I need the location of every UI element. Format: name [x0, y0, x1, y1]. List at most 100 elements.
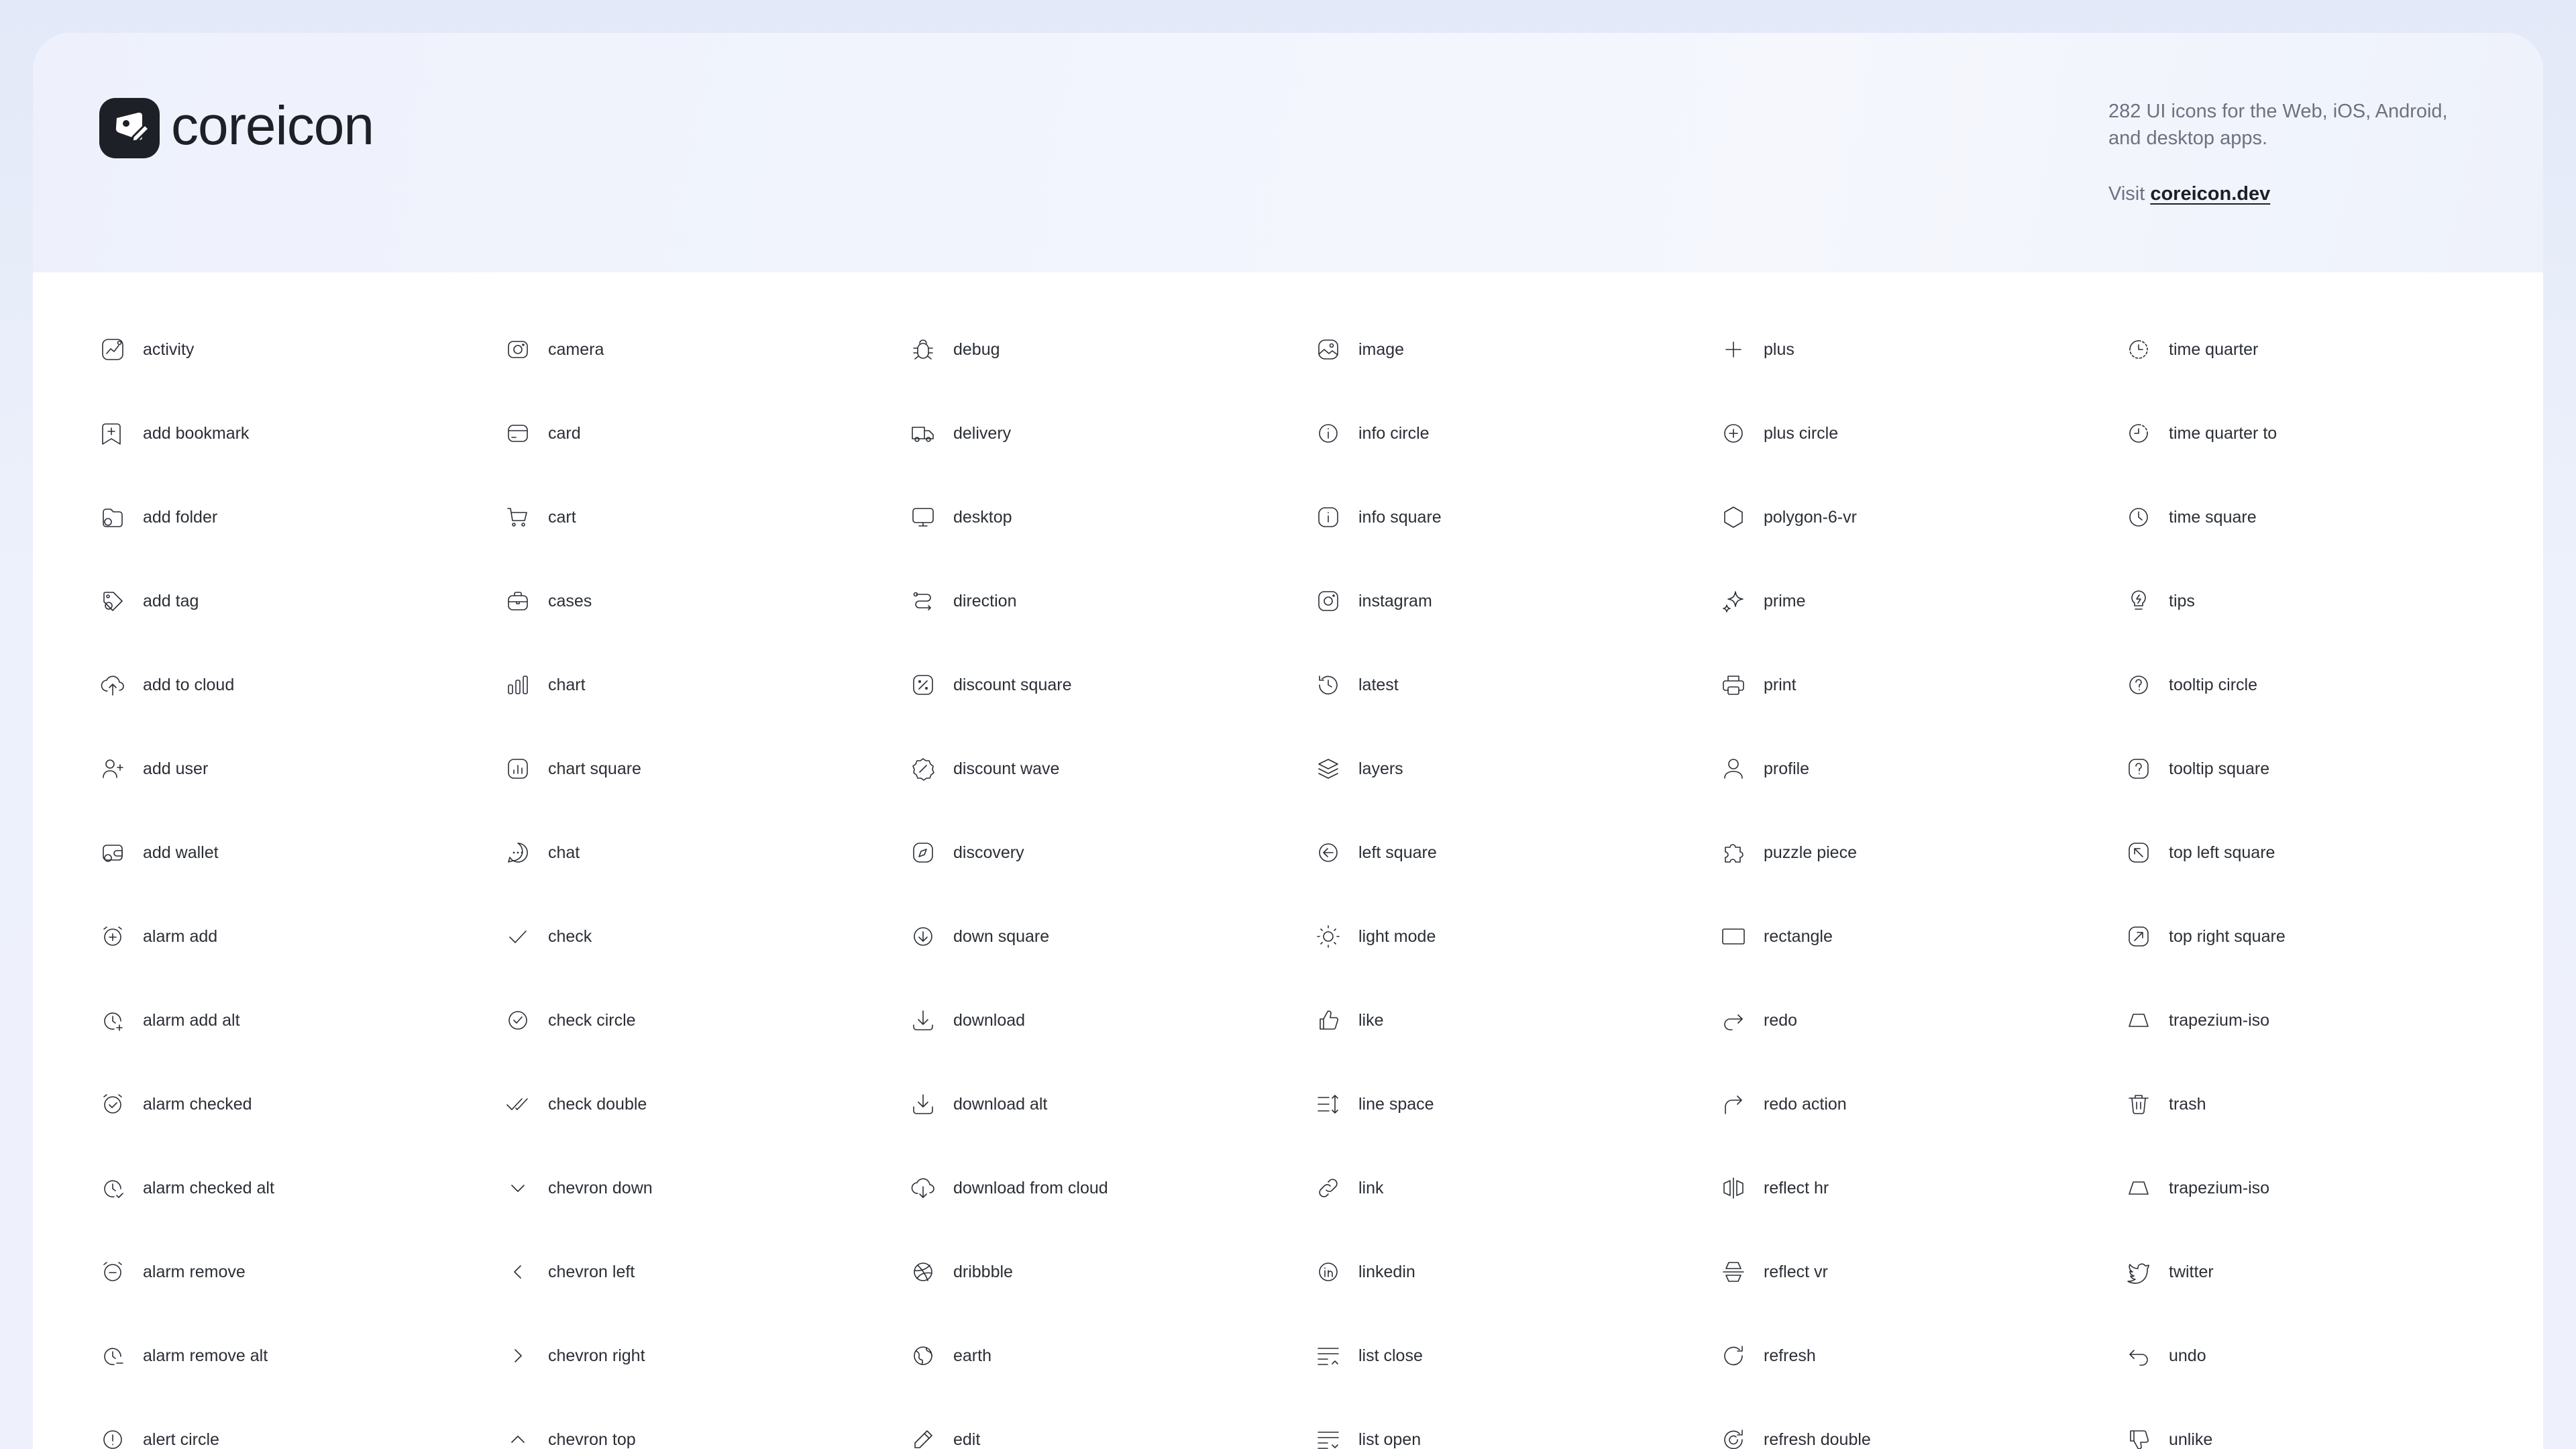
icon-list-item[interactable]: instagram — [1313, 581, 1432, 621]
icon-list-item[interactable]: polygon-6-vr — [1719, 497, 1857, 537]
icon-list-item[interactable]: debug — [908, 329, 1000, 370]
icon-list-item[interactable]: prime — [1719, 581, 1806, 621]
icon-list-item[interactable]: rectangle — [1719, 916, 1833, 957]
icon-list-item[interactable]: add bookmark — [98, 413, 249, 453]
icon-label: activity — [143, 339, 195, 359]
icon-list-item[interactable]: add wallet — [98, 833, 219, 873]
icon-list-item[interactable]: like — [1313, 1000, 1384, 1040]
icon-list-item[interactable]: profile — [1719, 749, 1809, 789]
icon-list-item[interactable]: list close — [1313, 1336, 1423, 1376]
icon-list-item[interactable]: delivery — [908, 413, 1011, 453]
icon-list-item[interactable]: list open — [1313, 1419, 1421, 1449]
icon-list-item[interactable]: alarm checked — [98, 1084, 252, 1124]
icon-list-item[interactable]: light mode — [1313, 916, 1436, 957]
icon-list-item[interactable]: card — [503, 413, 581, 453]
icon-list-item[interactable]: info square — [1313, 497, 1442, 537]
icon-list-item[interactable]: alarm add — [98, 916, 217, 957]
icon-list-item[interactable]: puzzle piece — [1719, 833, 1857, 873]
icon-list-item[interactable]: alarm checked alt — [98, 1168, 274, 1208]
icon-list-item[interactable]: add folder — [98, 497, 217, 537]
icon-list-item[interactable]: chevron left — [503, 1252, 635, 1292]
icon-list-item[interactable]: unlike — [2124, 1419, 2212, 1449]
icon-list-item[interactable]: alert circle — [98, 1419, 219, 1449]
icon-list-item[interactable]: alarm remove alt — [98, 1336, 268, 1376]
icon-list-item[interactable]: redo — [1719, 1000, 1797, 1040]
icon-list-item[interactable]: cart — [503, 497, 576, 537]
icon-list-item[interactable]: activity — [98, 329, 194, 370]
icon-list-item[interactable]: alarm add alt — [98, 1000, 240, 1040]
icon-list-item[interactable]: time square — [2124, 497, 2257, 537]
icon-list-item[interactable]: line space — [1313, 1084, 1434, 1124]
icon-list-item[interactable]: direction — [908, 581, 1017, 621]
page-card: coreicon 282 UI icons for the Web, iOS, … — [33, 33, 2543, 1449]
icon-list-item[interactable]: tooltip circle — [2124, 665, 2257, 705]
link-icon — [1313, 1173, 1343, 1203]
icon-list-item[interactable]: layers — [1313, 749, 1403, 789]
icon-list-item[interactable]: time quarter to — [2124, 413, 2277, 453]
icon-list-item[interactable]: reflect vr — [1719, 1252, 1828, 1292]
line-space-icon — [1313, 1089, 1343, 1119]
icon-list-item[interactable]: discount square — [908, 665, 1072, 705]
icon-list-item[interactable]: chart — [503, 665, 586, 705]
icon-list-item[interactable]: top left square — [2124, 833, 2275, 873]
icon-list-item[interactable]: image — [1313, 329, 1404, 370]
logo[interactable]: coreicon — [99, 98, 374, 158]
icon-list-item[interactable]: check — [503, 916, 592, 957]
icon-list-item[interactable]: twitter — [2124, 1252, 2214, 1292]
rectangle-icon — [1719, 922, 1748, 951]
icon-list-item[interactable]: desktop — [908, 497, 1012, 537]
redo-icon — [1719, 1006, 1748, 1035]
icon-list-item[interactable]: check double — [503, 1084, 647, 1124]
icon-list-item[interactable]: discount wave — [908, 749, 1059, 789]
icon-list-item[interactable]: time quarter — [2124, 329, 2258, 370]
icon-list-item[interactable]: download — [908, 1000, 1025, 1040]
latest-icon — [1313, 670, 1343, 700]
icon-list-item[interactable]: down square — [908, 916, 1049, 957]
icon-list-item[interactable]: trapezium-iso — [2124, 1000, 2269, 1040]
profile-icon — [1719, 754, 1748, 784]
icon-list-item[interactable]: plus — [1719, 329, 1794, 370]
icon-label: reflect hr — [1764, 1178, 1829, 1197]
icon-list-item[interactable]: camera — [503, 329, 604, 370]
icon-list-item[interactable]: plus circle — [1719, 413, 1838, 453]
icon-list-item[interactable]: link — [1313, 1168, 1384, 1208]
icon-label: trapezium-iso — [2169, 1178, 2270, 1197]
icon-list-item[interactable]: earth — [908, 1336, 991, 1376]
visit-link[interactable]: coreicon.dev — [2150, 183, 2270, 205]
icon-list-item[interactable]: chevron top — [503, 1419, 636, 1449]
icon-list-item[interactable]: download alt — [908, 1084, 1047, 1124]
icon-list-item[interactable]: reflect hr — [1719, 1168, 1829, 1208]
icon-list-item[interactable]: trapezium-iso — [2124, 1168, 2269, 1208]
icon-list-item[interactable]: linkedin — [1313, 1252, 1415, 1292]
icon-list-item[interactable]: check circle — [503, 1000, 636, 1040]
icon-list-item[interactable]: edit — [908, 1419, 980, 1449]
icon-list-item[interactable]: chat — [503, 833, 580, 873]
icon-list-item[interactable]: redo action — [1719, 1084, 1847, 1124]
icon-list-item[interactable]: left square — [1313, 833, 1437, 873]
icon-list-item[interactable]: tips — [2124, 581, 2195, 621]
icon-list-item[interactable]: latest — [1313, 665, 1399, 705]
icon-list-item[interactable]: undo — [2124, 1336, 2206, 1376]
icon-list-item[interactable]: chevron right — [503, 1336, 645, 1376]
icon-list-item[interactable]: chart square — [503, 749, 641, 789]
icon-list-item[interactable]: add user — [98, 749, 208, 789]
icon-list-item[interactable]: alarm remove — [98, 1252, 246, 1292]
icon-list-item[interactable]: trash — [2124, 1084, 2206, 1124]
icon-list-item[interactable]: add to cloud — [98, 665, 234, 705]
icon-list-item[interactable]: top right square — [2124, 916, 2286, 957]
icon-list-item[interactable]: download from cloud — [908, 1168, 1108, 1208]
icon-list-item[interactable]: add tag — [98, 581, 199, 621]
icon-list-item[interactable]: tooltip square — [2124, 749, 2269, 789]
icon-list-item[interactable]: dribbble — [908, 1252, 1013, 1292]
icon-list-item[interactable]: cases — [503, 581, 592, 621]
icon-label: add to cloud — [143, 675, 235, 694]
icon-label: puzzle piece — [1764, 843, 1857, 862]
icon-list-item[interactable]: refresh — [1719, 1336, 1816, 1376]
icon-list-item[interactable]: info circle — [1313, 413, 1430, 453]
icon-list-item[interactable]: discovery — [908, 833, 1024, 873]
icon-label: top right square — [2169, 926, 2286, 946]
icon-list-item[interactable]: refresh double — [1719, 1419, 1871, 1449]
icon-list-item[interactable]: print — [1719, 665, 1796, 705]
icon-list-item[interactable]: chevron down — [503, 1168, 653, 1208]
top-right-square-icon — [2124, 922, 2153, 951]
